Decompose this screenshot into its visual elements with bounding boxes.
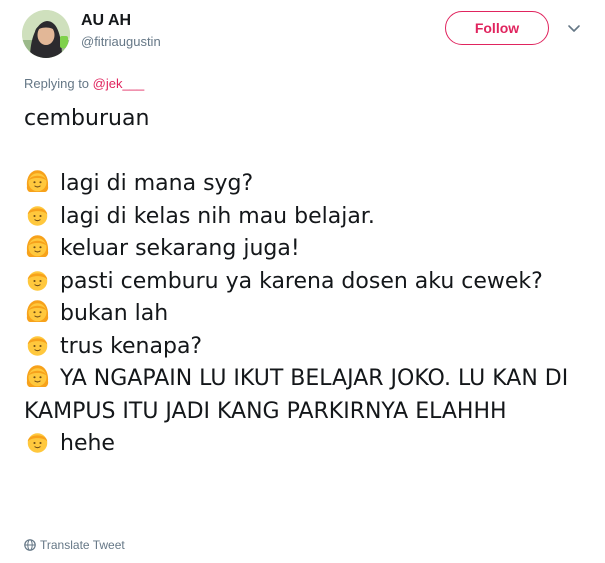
girl-emoji-icon: [24, 168, 51, 195]
dialog-line-text: YA NGAPAIN LU IKUT BELAJAR JOKO. LU KAN …: [24, 366, 569, 424]
boy-emoji-icon: [24, 201, 51, 228]
dialog-line: keluar sekarang juga!: [24, 233, 589, 266]
dialog-line-text: keluar sekarang juga!: [60, 236, 300, 261]
globe-icon: [24, 539, 36, 551]
boy-emoji-icon: [24, 266, 51, 293]
girl-emoji-icon: [24, 233, 51, 260]
tweet-title: cemburuan: [24, 106, 150, 131]
boy-emoji-icon: [24, 428, 51, 455]
translate-tweet-label[interactable]: Translate Tweet: [40, 538, 125, 552]
dialog-line: hehe: [24, 428, 589, 461]
dialog-line: trus kenapa?: [24, 331, 589, 364]
dialog-line-text: hehe: [60, 431, 115, 456]
dialog-line-text: pasti cemburu ya karena dosen aku cewek?: [60, 268, 543, 294]
tweet-text: cemburuan lagi di mana syg? lagi di kelas…: [24, 103, 589, 461]
girl-emoji-icon: [24, 363, 51, 390]
dialog-line: bukan lah: [24, 298, 589, 331]
boy-emoji-icon: [24, 331, 51, 358]
replying-to: Replying to @jek___: [24, 76, 144, 91]
dialog-lines: lagi di mana syg? lagi di kelas nih mau b…: [24, 168, 589, 461]
dialog-line-text: bukan lah: [60, 301, 169, 326]
girl-emoji-icon: [24, 298, 51, 325]
dialog-line: lagi di kelas nih mau belajar.: [24, 201, 589, 234]
user-display-name[interactable]: AU AH: [81, 12, 131, 30]
reply-mention-link[interactable]: @jek___: [93, 76, 145, 91]
dialog-line-text: lagi di kelas nih mau belajar.: [60, 203, 375, 229]
translate-tweet-link[interactable]: Translate Tweet: [24, 538, 125, 552]
dialog-line-text: trus kenapa?: [60, 333, 203, 359]
dialog-line: lagi di mana syg?: [24, 168, 589, 201]
dialog-line-text: lagi di mana syg?: [60, 171, 254, 196]
follow-button[interactable]: Follow: [445, 11, 549, 45]
chevron-down-icon[interactable]: [566, 20, 582, 36]
avatar[interactable]: [22, 10, 70, 58]
user-handle[interactable]: @fitriaugustin: [81, 34, 161, 49]
dialog-line: pasti cemburu ya karena dosen aku cewek?: [24, 266, 589, 299]
dialog-line: YA NGAPAIN LU IKUT BELAJAR JOKO. LU KAN …: [24, 363, 589, 428]
replying-to-label: Replying to: [24, 76, 90, 91]
